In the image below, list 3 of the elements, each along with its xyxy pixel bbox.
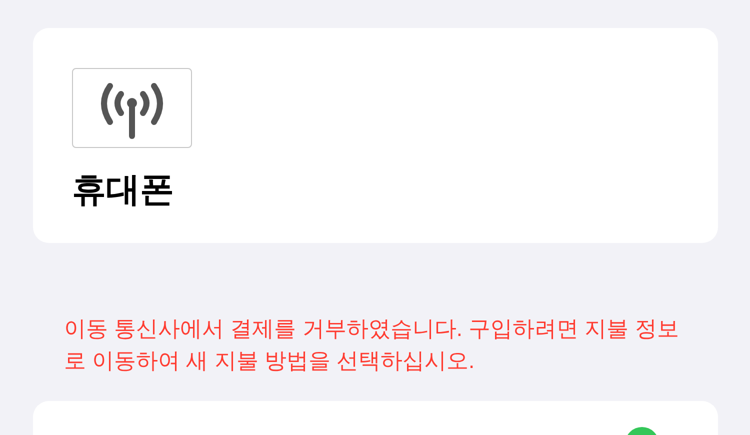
error-message: 이동 통신사에서 결제를 거부하였습니다. 구입하려면 지불 정보로 이동하여 새 지불 방법을 선택하십시오. (64, 315, 680, 375)
antenna-icon (72, 68, 192, 148)
device-title: 휴대폰 (72, 170, 174, 211)
